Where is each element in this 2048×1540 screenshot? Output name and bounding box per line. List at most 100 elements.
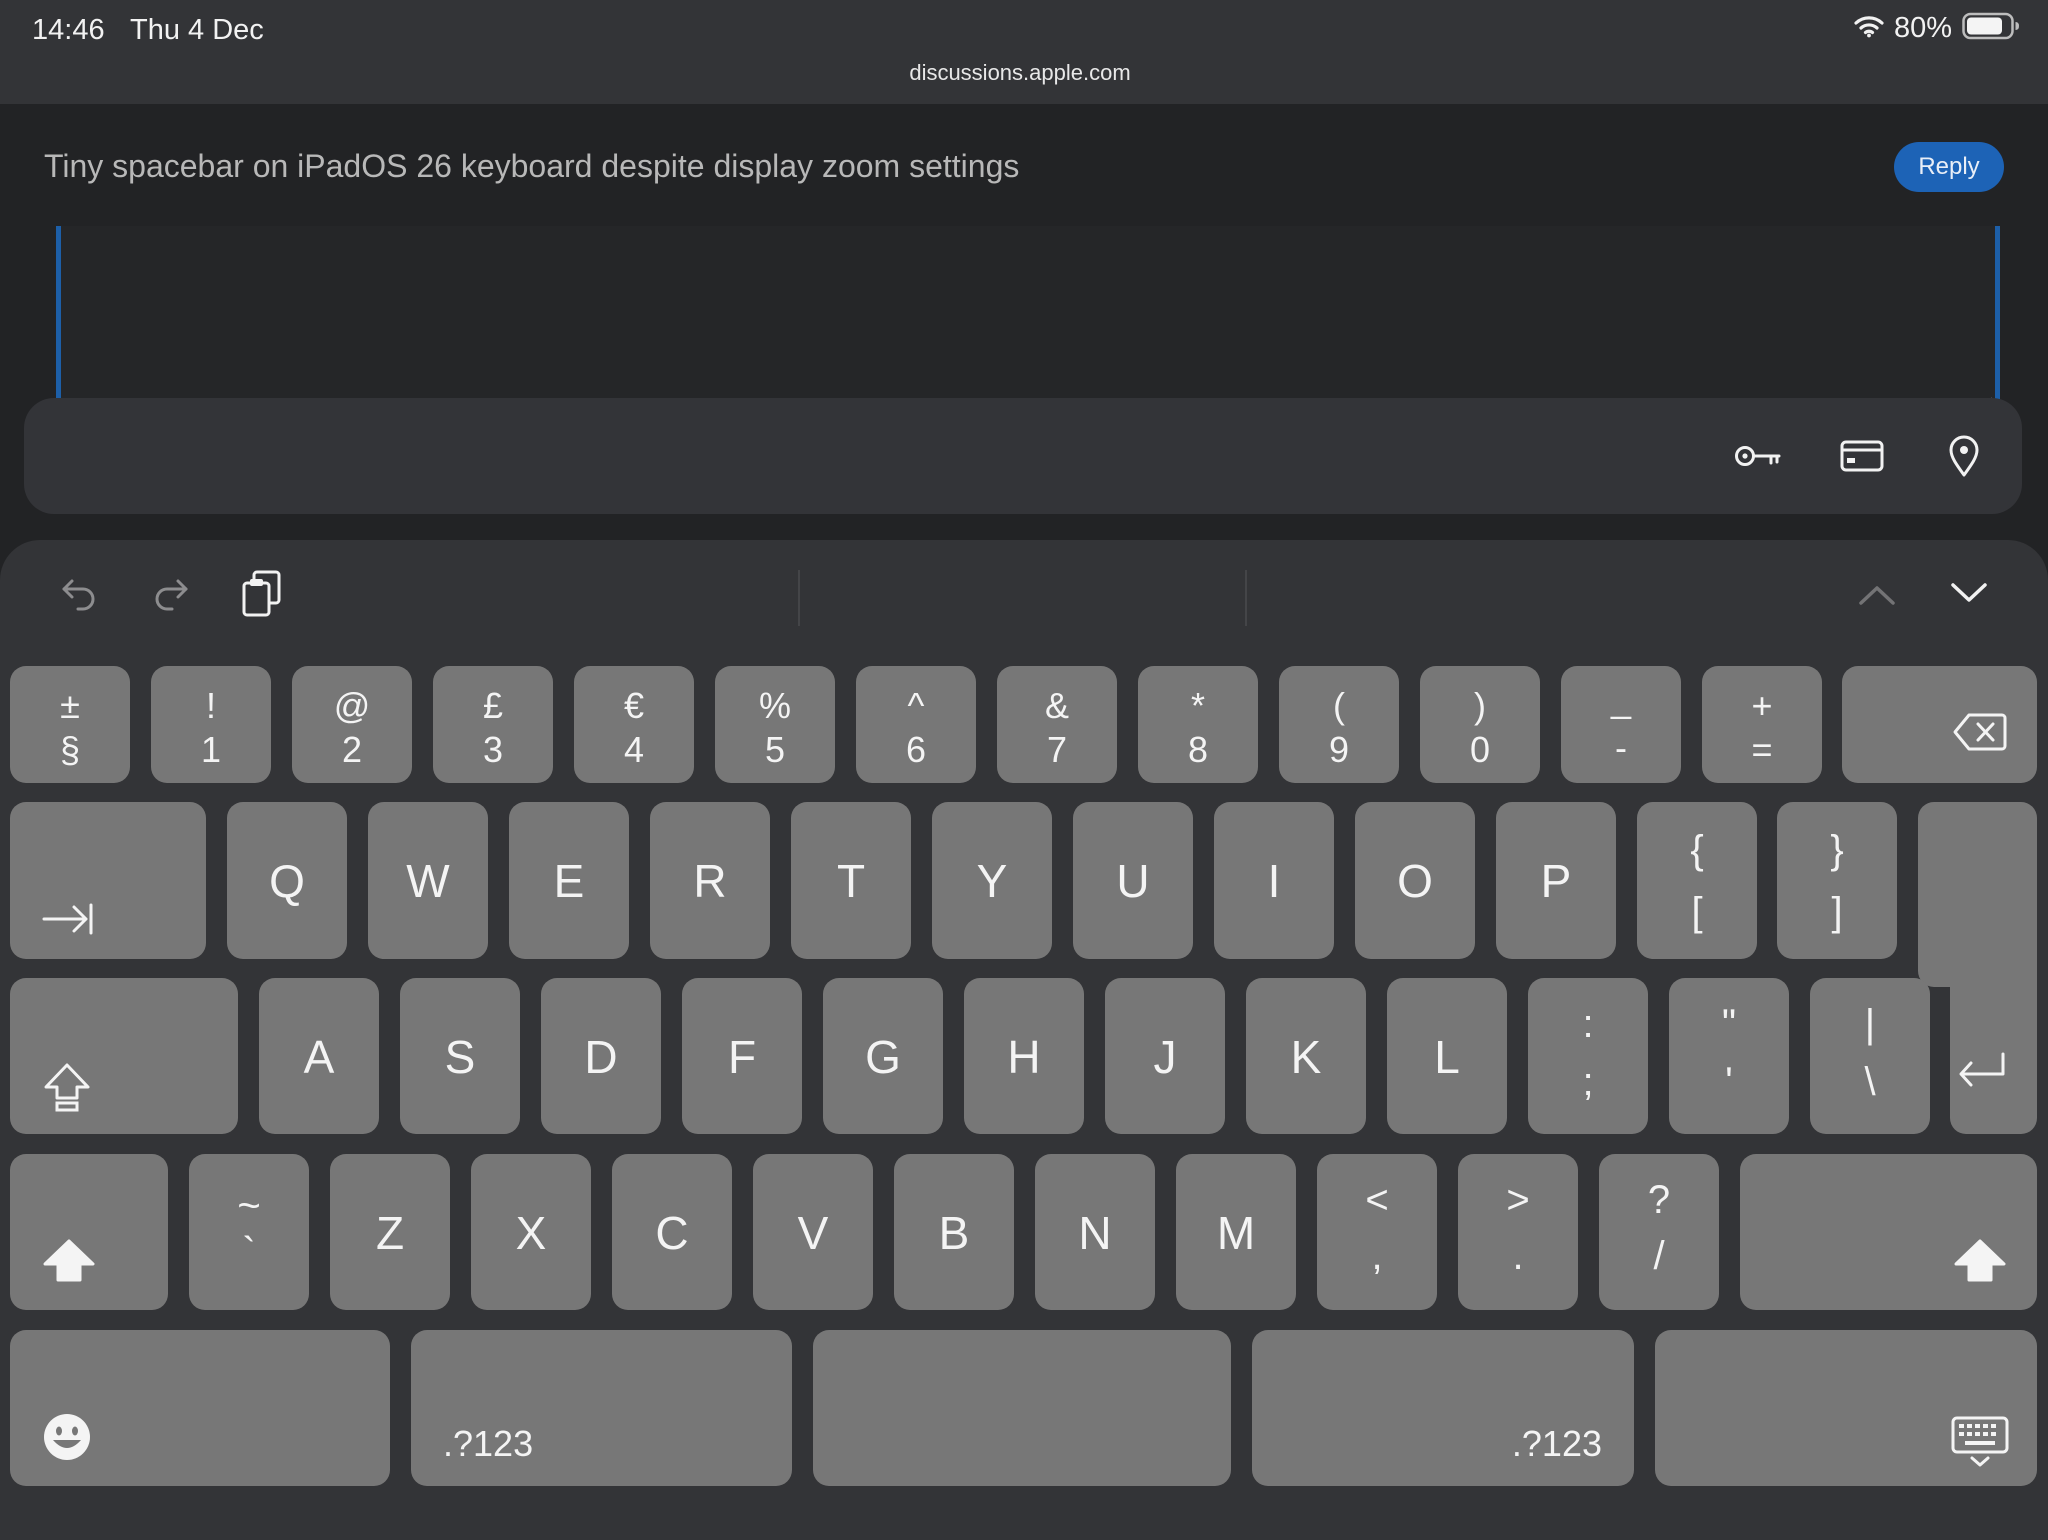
key-backslash[interactable]: | \ <box>1810 978 1930 1134</box>
key-lower-label: 1 <box>200 729 222 770</box>
key-5[interactable]: % 5 <box>715 666 835 783</box>
key-r[interactable]: R <box>650 802 770 959</box>
key-f[interactable]: F <box>682 978 802 1134</box>
key-label: K <box>1290 1031 1322 1083</box>
key-1[interactable]: ! 1 <box>151 666 271 783</box>
status-indicators: 80% <box>1854 12 2020 45</box>
key-upper-label: * <box>1190 685 1205 726</box>
key-7[interactable]: & 7 <box>997 666 1117 783</box>
key-k[interactable]: K <box>1246 978 1366 1134</box>
key-equals[interactable]: + = <box>1702 666 1822 783</box>
key-label: M <box>1216 1207 1256 1259</box>
key-x[interactable]: X <box>471 1154 591 1310</box>
key-4[interactable]: € 4 <box>574 666 694 783</box>
key-h[interactable]: H <box>964 978 1084 1134</box>
key-p[interactable]: P <box>1496 802 1616 959</box>
battery-percentage: 80% <box>1893 12 1952 44</box>
key-n[interactable]: N <box>1035 1154 1155 1310</box>
key-l[interactable]: L <box>1387 978 1507 1134</box>
numbers-key-right[interactable]: .?123 <box>1252 1330 1634 1486</box>
key-right-bracket[interactable]: } ] <box>1777 802 1897 959</box>
shift-icon <box>42 1238 96 1289</box>
key-section[interactable]: ± § <box>10 666 130 783</box>
key-label: P <box>1540 855 1572 907</box>
key-e[interactable]: E <box>509 802 629 959</box>
key-slash[interactable]: ? / <box>1599 1154 1719 1310</box>
chevron-up-icon[interactable] <box>1852 570 1902 620</box>
key-a[interactable]: A <box>259 978 379 1134</box>
emoji-icon <box>42 1412 92 1467</box>
key-b[interactable]: B <box>894 1154 1014 1310</box>
key-d[interactable]: D <box>541 978 661 1134</box>
emoji-key[interactable] <box>10 1330 390 1486</box>
key-2[interactable]: @ 2 <box>292 666 412 783</box>
key-u[interactable]: U <box>1073 802 1193 959</box>
key-icon[interactable] <box>1732 432 1784 480</box>
key-v[interactable]: V <box>753 1154 873 1310</box>
key-y[interactable]: Y <box>932 802 1052 959</box>
spacebar[interactable] <box>813 1330 1231 1486</box>
left-shift-key[interactable] <box>10 1154 168 1310</box>
reply-button[interactable]: Reply <box>1894 142 2004 192</box>
key-8[interactable]: * 8 <box>1138 666 1258 783</box>
key-z[interactable]: Z <box>330 1154 450 1310</box>
key-m[interactable]: M <box>1176 1154 1296 1310</box>
key-s[interactable]: S <box>400 978 520 1134</box>
thread-title: Tiny spacebar on iPadOS 26 keyboard desp… <box>44 148 1020 184</box>
numbers-key-left[interactable]: .?123 <box>411 1330 792 1486</box>
key-i[interactable]: I <box>1214 802 1334 959</box>
address-bar-url[interactable]: discussions.apple.com <box>0 60 2040 86</box>
key-label: V <box>797 1207 829 1259</box>
key-label: H <box>1007 1031 1041 1083</box>
shift-icon <box>1953 1238 2007 1289</box>
toolbar-divider <box>1245 570 1247 626</box>
key-upper-label: { <box>1690 828 1704 872</box>
key-label: F <box>727 1031 757 1083</box>
key-q[interactable]: Q <box>227 802 347 959</box>
tab-key[interactable] <box>10 802 206 959</box>
key-upper-label: + <box>1751 685 1773 726</box>
paste-icon[interactable] <box>236 566 288 622</box>
key-upper-label: : <box>1582 1002 1594 1046</box>
reply-text-editor[interactable] <box>56 226 2000 412</box>
dismiss-keyboard-key[interactable] <box>1655 1330 2037 1486</box>
caps-lock-key[interactable] <box>10 978 238 1134</box>
key-period[interactable]: > . <box>1458 1154 1578 1310</box>
key-label: Z <box>375 1207 405 1259</box>
credit-card-icon[interactable] <box>1836 432 1888 480</box>
key-lower-label: 0 <box>1469 729 1491 770</box>
key-upper-label: £ <box>482 685 504 726</box>
key-0[interactable]: ) 0 <box>1420 666 1540 783</box>
key-label: C <box>655 1207 689 1259</box>
key-lower-label: 6 <box>905 729 927 770</box>
key-g[interactable]: G <box>823 978 943 1134</box>
key-comma[interactable]: < , <box>1317 1154 1437 1310</box>
key-3[interactable]: £ 3 <box>433 666 553 783</box>
key-w[interactable]: W <box>368 802 488 959</box>
key-upper-label: ± <box>60 685 80 726</box>
key-semicolon[interactable]: : ; <box>1528 978 1648 1134</box>
wifi-icon <box>1854 14 1884 43</box>
status-bar: 14:46 Thu 4 Dec 80% discussions.apple.co… <box>0 0 2048 105</box>
location-pin-icon[interactable] <box>1938 432 1990 480</box>
key-left-bracket[interactable]: { [ <box>1637 802 1757 959</box>
key-c[interactable]: C <box>612 1154 732 1310</box>
key-t[interactable]: T <box>791 802 911 959</box>
key-lower-label: 2 <box>341 729 363 770</box>
key-label: T <box>836 855 866 907</box>
key-6[interactable]: ^ 6 <box>856 666 976 783</box>
key-label: O <box>1397 855 1433 907</box>
key-j[interactable]: J <box>1105 978 1225 1134</box>
key-grave[interactable]: ~ ` <box>189 1154 309 1310</box>
key-o[interactable]: O <box>1355 802 1475 959</box>
redo-icon[interactable] <box>146 568 196 618</box>
key-minus[interactable]: _ - <box>1561 666 1681 783</box>
key-upper-label: % <box>758 685 791 726</box>
chevron-down-icon[interactable] <box>1944 568 1994 618</box>
key-9[interactable]: ( 9 <box>1279 666 1399 783</box>
undo-icon[interactable] <box>54 568 104 618</box>
return-key-lower[interactable] <box>1950 960 2037 1134</box>
key-quote[interactable]: " ' <box>1669 978 1789 1134</box>
delete-key[interactable] <box>1842 666 2037 783</box>
right-shift-key[interactable] <box>1740 1154 2037 1310</box>
